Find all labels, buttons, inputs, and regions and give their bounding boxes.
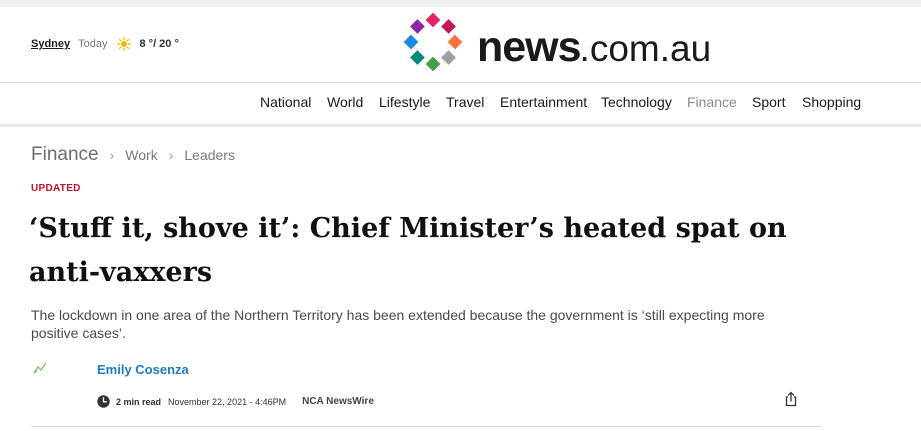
chevron-right-icon: › — [168, 147, 174, 163]
nav-item-technology[interactable]: Technology — [601, 94, 672, 110]
logo-diamond — [410, 50, 425, 65]
logo-diamond — [410, 19, 425, 34]
article-headline: ‘Stuff it, shove it’: Chief Minister’s h… — [29, 213, 787, 288]
logo-mark-icon — [403, 12, 463, 72]
author-avatar-icon — [33, 362, 47, 374]
logo-diamond — [441, 19, 456, 34]
browser-top-strip — [0, 0, 921, 7]
nav-item-shopping[interactable]: Shopping — [802, 94, 861, 110]
breadcrumb-work[interactable]: Work — [125, 147, 157, 163]
logo-diamond — [403, 34, 419, 50]
breadcrumb: Finance › Work › Leaders — [31, 144, 235, 166]
logo-wordmark: news.com.au — [477, 23, 711, 72]
logo-news-text: news — [477, 23, 582, 71]
weather-city[interactable]: Sydney — [31, 38, 70, 50]
logo-diamond — [441, 50, 456, 65]
clock-icon — [97, 395, 110, 408]
nav-item-national[interactable]: National — [260, 94, 311, 110]
meta-divider — [31, 426, 821, 427]
article-standfirst: The lockdown in one area of the Northern… — [31, 307, 765, 341]
publish-date: November 22, 2021 - 4:46PM — [168, 396, 287, 407]
weather-widget[interactable]: Sydney Today 8 °/ 20 ° — [31, 37, 179, 51]
nav-item-entertainment[interactable]: Entertainment — [500, 94, 587, 110]
sun-icon — [116, 37, 131, 51]
read-time: 2 min read — [116, 396, 162, 407]
nav-item-travel[interactable]: Travel — [446, 94, 484, 110]
author-name-link[interactable]: Emily Cosenza — [97, 362, 189, 377]
nav-divider — [0, 124, 921, 127]
logo-diamond — [447, 34, 463, 50]
nav-item-sport[interactable]: Sport — [752, 94, 785, 110]
logo-domain-text: .com.au — [579, 28, 712, 69]
chevron-right-icon: › — [109, 147, 115, 163]
nav-item-finance[interactable]: Finance — [687, 94, 737, 110]
site-logo[interactable]: news.com.au — [401, 11, 721, 73]
logo-diamond — [425, 56, 441, 72]
weather-temperature: 8 °/ 20 ° — [139, 38, 179, 50]
header-divider — [0, 82, 921, 83]
updated-badge: UPDATED — [31, 183, 81, 194]
main-nav: National World Lifestyle Travel Entertai… — [0, 94, 921, 112]
share-icon[interactable] — [784, 391, 798, 407]
nav-item-world[interactable]: World — [327, 94, 363, 110]
article-meta: 2 min read November 22, 2021 - 4:46PM NC… — [97, 395, 374, 408]
article-source: NCA NewsWire — [302, 396, 374, 407]
logo-diamond — [425, 12, 441, 28]
nav-item-lifestyle[interactable]: Lifestyle — [379, 94, 430, 110]
weather-day: Today — [78, 38, 108, 50]
breadcrumb-finance[interactable]: Finance — [31, 144, 99, 166]
breadcrumb-leaders[interactable]: Leaders — [184, 147, 235, 163]
